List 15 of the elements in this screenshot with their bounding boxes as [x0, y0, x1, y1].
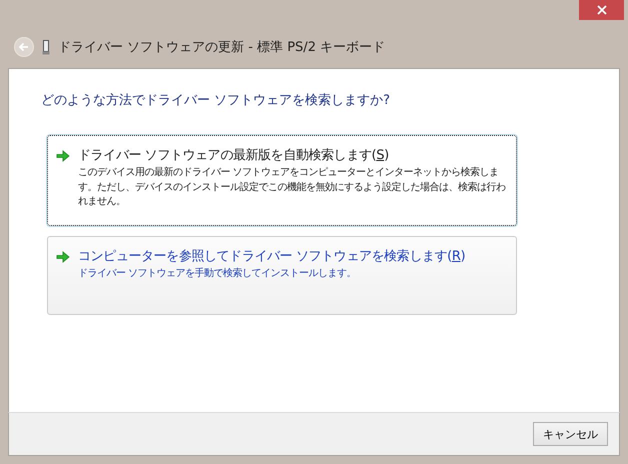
- option-description: ドライバー ソフトウェアを手動で検索してインストールします。: [78, 267, 358, 281]
- cancel-button[interactable]: キャンセル: [533, 422, 608, 446]
- window-title: ドライバー ソフトウェアの更新 - 標準 PS/2 キーボード: [58, 39, 386, 56]
- option-title: ドライバー ソフトウェアの最新版を自動検索します(S): [78, 147, 390, 164]
- close-button[interactable]: [579, 0, 624, 20]
- arrow-icon: [56, 251, 70, 263]
- device-icon: [42, 40, 50, 54]
- option-button[interactable]: コンピューターを参照してドライバー ソフトウェアを検索します(R) ドライバー ソフトウェアを手動で検索してインストールします。: [47, 236, 517, 315]
- back-arrow-icon: [18, 41, 30, 53]
- option-description: このデバイス用の最新のドライバー ソフトウェアをコンピューターとインターネットから検索します。ただし、デバイスのインストール設定でこの機能を無効にするよう設定した場合は、検索は行われません。: [78, 166, 506, 209]
- question-heading: どのような方法でドライバー ソフトウェアを検索しますか?: [41, 92, 392, 109]
- close-icon: [596, 5, 606, 15]
- arrow-icon: [56, 150, 70, 162]
- option-button[interactable]: ドライバー ソフトウェアの最新版を自動検索します(S) このデバイス用の最新のドライバー ソフトウェアをコンピューターとインターネットから検索します。ただし、デバイスのインストール設定でこの機能を無効にするよう設定した場合は、検索は行われません。: [47, 135, 517, 226]
- option-title: コンピューターを参照してドライバー ソフトウェアを検索します(R): [78, 248, 466, 265]
